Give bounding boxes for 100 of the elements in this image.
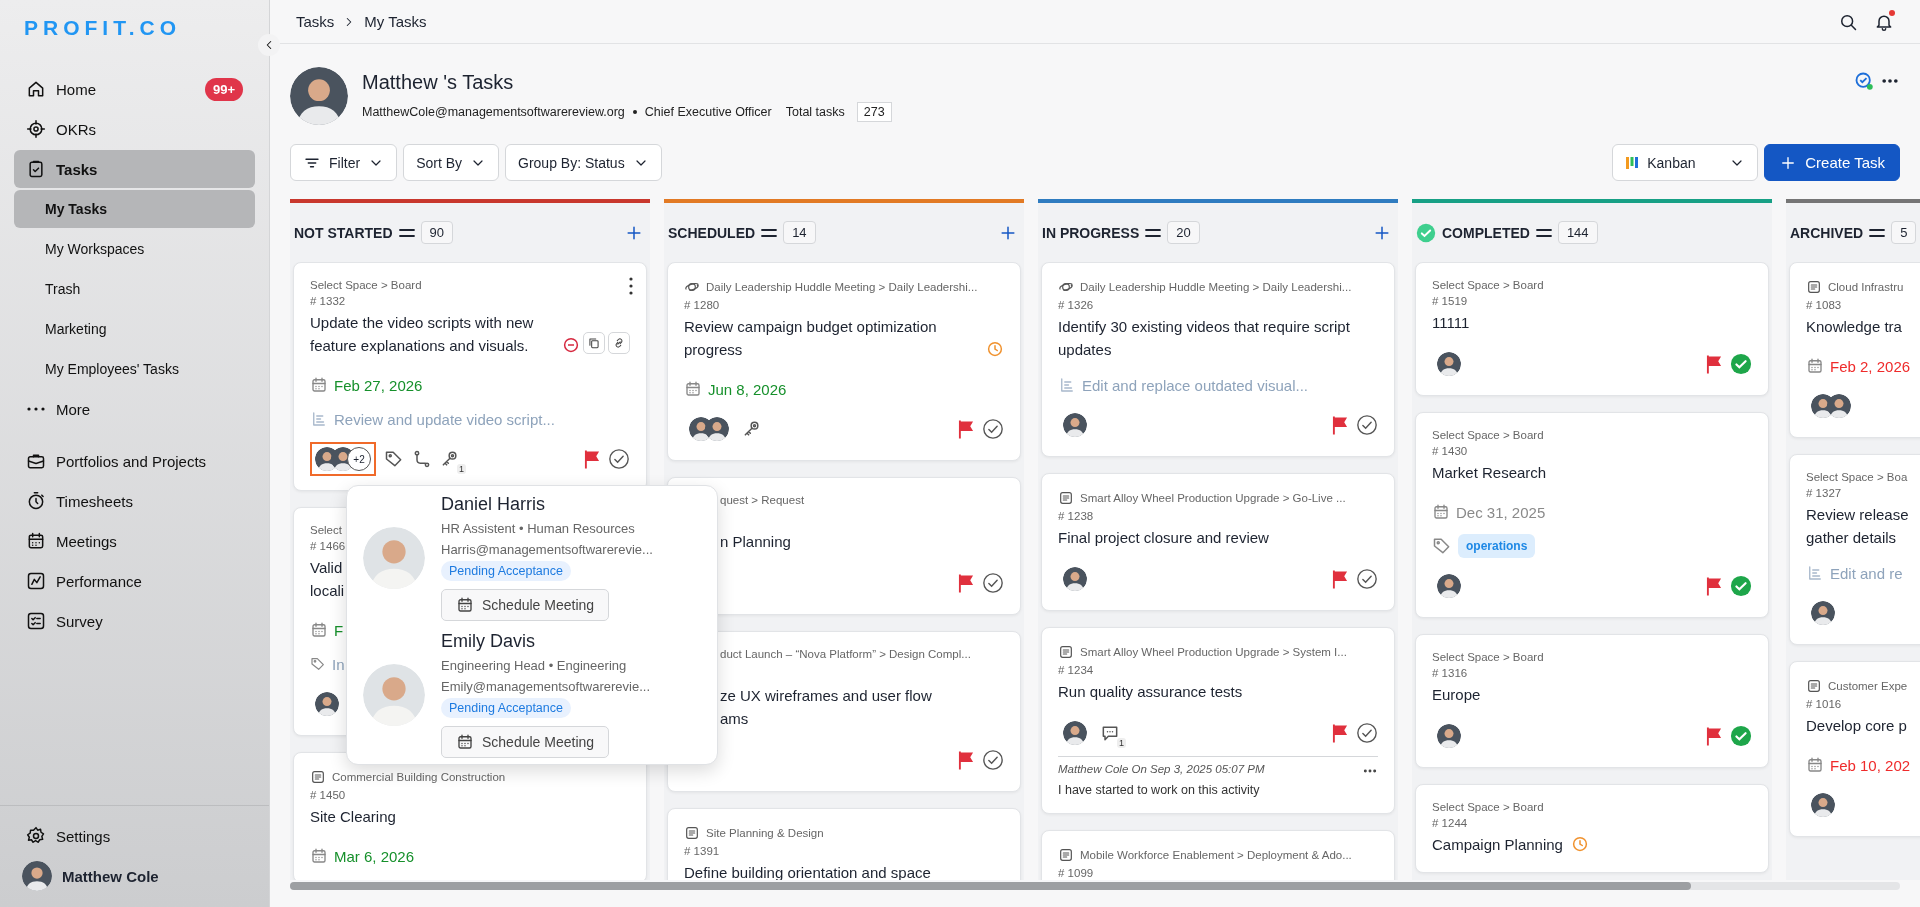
equals-icon[interactable] <box>761 228 778 237</box>
document-icon <box>1058 490 1074 506</box>
task-card[interactable]: Select Space > Board # 1519 11111 <box>1415 262 1769 396</box>
avatar <box>1437 724 1461 748</box>
task-title[interactable]: Europe <box>1432 683 1481 706</box>
breadcrumb-item[interactable]: Tasks <box>296 13 335 30</box>
flag-icon[interactable] <box>958 419 974 439</box>
completed-check-icon[interactable] <box>1730 725 1752 747</box>
completed-check-icon[interactable] <box>1730 575 1752 597</box>
task-card[interactable]: Select Space > Board # 1332 Update the video scripts with new feature explanations and visuals. Feb 27, 2026 Review and update video script... +2 1 <box>293 262 647 491</box>
sidebar-item[interactable]: Timesheets <box>14 482 255 520</box>
check-circle-icon[interactable] <box>982 572 1004 594</box>
flag-icon[interactable] <box>1706 354 1722 374</box>
schedule-meeting-button[interactable]: Schedule Meeting <box>441 726 610 758</box>
assignee-group[interactable]: +2 <box>310 442 376 476</box>
task-card[interactable]: Select Space > Board # 1316 Europe <box>1415 634 1769 768</box>
completed-check-icon[interactable] <box>1730 353 1752 375</box>
sidebar-item[interactable]: My Tasks <box>14 190 255 228</box>
sidebar-item[interactable]: More <box>14 390 255 428</box>
user-name[interactable]: Matthew Cole <box>62 867 159 885</box>
sidebar-item[interactable]: Marketing <box>14 310 255 348</box>
sidebar-item[interactable]: Home 99+ <box>14 70 255 108</box>
task-card[interactable]: Cloud Infrastru # 1083 Knowledge tra Feb 2, 2026 <box>1789 262 1920 438</box>
link-button[interactable] <box>608 332 630 354</box>
task-title[interactable]: Review campaign budget optimization progress <box>684 315 978 361</box>
task-title[interactable]: Knowledge tra <box>1806 315 1902 338</box>
task-card[interactable]: Select Space > Board # 1430 Market Research Dec 31, 2025 operations <box>1415 412 1769 618</box>
flag-icon[interactable] <box>1332 569 1348 589</box>
task-title[interactable]: ze UX wireframes and user flow ams <box>720 684 932 730</box>
create-task-button[interactable]: Create Task <box>1764 144 1900 181</box>
check-circle-icon[interactable] <box>1356 568 1378 590</box>
calendar-icon <box>684 380 702 398</box>
toolbar-button[interactable]: Filter <box>290 144 398 181</box>
task-card[interactable]: Mobile Workforce Enablement > Deployment & Ado... # 1099 <box>1041 830 1395 880</box>
sidebar-item[interactable]: Portfolios and Projects <box>14 442 255 480</box>
verified-icon[interactable] <box>1854 71 1874 91</box>
task-title[interactable]: Final project closure and review <box>1058 526 1269 549</box>
chart-icon <box>26 571 46 591</box>
column-title: IN PROGRESS <box>1042 224 1140 241</box>
task-title[interactable]: Identify 30 existing videos that require script updates <box>1058 315 1378 361</box>
equals-icon[interactable] <box>1535 228 1552 237</box>
task-card[interactable]: Customer Expe # 1016 Develop core p Feb 10, 202 <box>1789 661 1920 837</box>
task-title[interactable]: Review release gather details <box>1806 503 1909 549</box>
task-title[interactable]: Develop core p <box>1806 714 1907 737</box>
equals-icon[interactable] <box>1869 228 1886 237</box>
flag-icon[interactable] <box>958 573 974 593</box>
check-circle-icon[interactable] <box>1356 414 1378 436</box>
view-dropdown[interactable]: Kanban <box>1612 144 1759 181</box>
flag-icon[interactable] <box>1706 576 1722 596</box>
task-number: # 1280 <box>684 299 720 311</box>
task-card[interactable]: Daily Leadership Huddle Meeting > Daily Leadershi... # 1280 Review campaign budget optimization progress Jun 8, 2026 <box>667 262 1021 461</box>
task-card[interactable]: Smart Alloy Wheel Production Upgrade > System I... # 1234 Run quality assurance tests 1 Matthew Cole On Sep 3, 2025 05:07 PM I have started to work on this activity <box>1041 627 1395 814</box>
sidebar-item[interactable]: My Workspaces <box>14 230 255 268</box>
check-circle-icon[interactable] <box>982 749 1004 771</box>
sidebar-item[interactable]: Performance <box>14 562 255 600</box>
breadcrumb-item[interactable]: My Tasks <box>364 13 427 30</box>
toolbar-button[interactable]: Group By: Status <box>505 144 662 181</box>
task-title[interactable]: 11111 <box>1432 311 1470 334</box>
more-assignees[interactable]: +2 <box>347 447 371 471</box>
task-card[interactable]: Commercial Building Construction # 1450 Site Clearing Mar 6, 2026 <box>293 752 647 880</box>
sidebar-item[interactable]: Trash <box>14 270 255 308</box>
schedule-meeting-button[interactable]: Schedule Meeting <box>441 589 610 621</box>
flag-icon[interactable] <box>1332 415 1348 435</box>
branch-icon <box>412 449 432 469</box>
horizontal-scrollbar[interactable] <box>290 882 1900 890</box>
sidebar-item[interactable]: Tasks <box>14 150 255 188</box>
sidebar-item[interactable]: Survey <box>14 602 255 640</box>
sidebar-item[interactable]: My Employees' Tasks <box>14 350 255 388</box>
flag-icon[interactable] <box>1332 723 1348 743</box>
equals-icon[interactable] <box>398 228 415 237</box>
sidebar-item[interactable]: Meetings <box>14 522 255 560</box>
task-title[interactable]: Run quality assurance tests <box>1058 680 1243 703</box>
document-icon <box>1806 279 1822 295</box>
task-card[interactable]: Select Space > Boa # 1327 Review release gather details Edit and re <box>1789 454 1920 645</box>
task-title[interactable]: Update the video scripts with new feature explanations and visuals. <box>310 311 554 357</box>
flag-icon[interactable] <box>584 449 600 469</box>
calendar-icon <box>26 531 46 551</box>
copy-button[interactable] <box>583 332 605 354</box>
sidebar-item[interactable]: OKRs <box>14 110 255 148</box>
task-title[interactable]: Market Research <box>1432 461 1547 484</box>
breadcrumb-path: Select Space > Board <box>1432 279 1544 291</box>
task-title[interactable]: Valid locali <box>310 556 345 602</box>
flag-icon[interactable] <box>1706 726 1722 746</box>
breadcrumb-path: Daily Leadership Huddle Meeting > Daily Leadershi... <box>1080 281 1352 293</box>
check-circle-icon[interactable] <box>982 418 1004 440</box>
task-title[interactable]: Campaign Planning <box>1432 833 1563 856</box>
equals-icon[interactable] <box>1145 228 1162 237</box>
settings-item[interactable]: Settings <box>14 817 255 855</box>
toolbar-button[interactable]: Sort By <box>403 144 500 181</box>
kebab-menu-icon[interactable] <box>628 277 634 295</box>
check-circle-icon[interactable] <box>608 448 630 470</box>
task-card[interactable]: Select Space > Board # 1244 Campaign Planning <box>1415 784 1769 873</box>
flag-icon[interactable] <box>958 750 974 770</box>
calendar-icon <box>456 596 474 614</box>
task-card[interactable]: Smart Alloy Wheel Production Upgrade > Go-Live ... # 1238 Final project closure and review <box>1041 473 1395 611</box>
task-title[interactable]: n Planning <box>720 530 791 553</box>
task-title[interactable]: Site Clearing <box>310 805 396 828</box>
check-circle-icon[interactable] <box>1356 722 1378 744</box>
person-email: Emily@managementsoftwarerevie... <box>441 679 650 694</box>
task-card[interactable]: Daily Leadership Huddle Meeting > Daily Leadershi... # 1326 Identify 30 existing videos that require script updates Edit and replace outdated visual... <box>1041 262 1395 457</box>
